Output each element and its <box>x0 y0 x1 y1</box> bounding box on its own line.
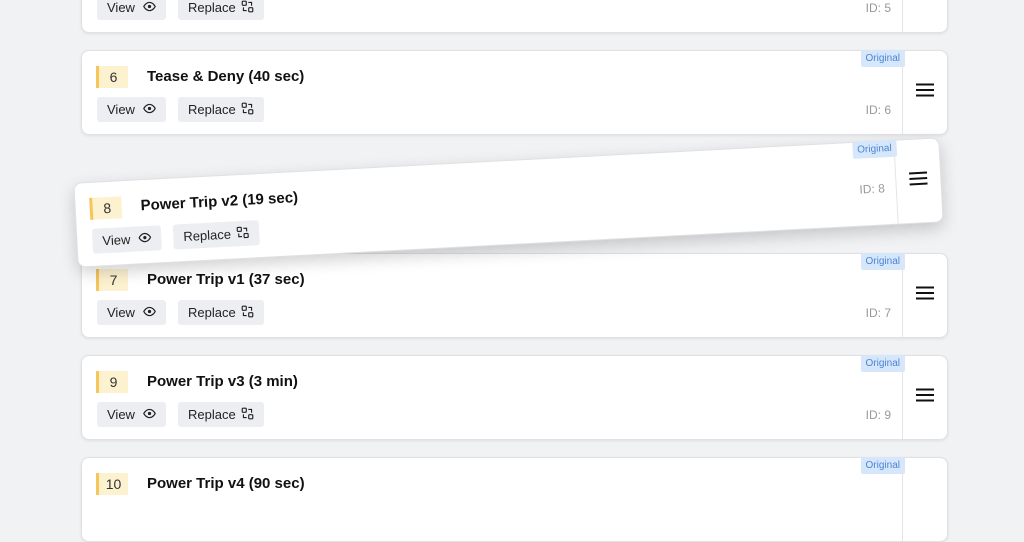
drag-handle[interactable] <box>902 356 947 439</box>
swap-icon <box>241 305 254 321</box>
swap-icon <box>241 407 254 423</box>
view-button[interactable]: View <box>91 225 163 254</box>
item-id: ID: 7 <box>865 306 891 320</box>
drag-handle[interactable] <box>902 458 947 541</box>
drag-handle-icon <box>916 286 934 305</box>
item-title: Power Trip v3 (3 min) <box>147 373 298 390</box>
order-number: 7 <box>96 269 128 291</box>
view-button-label: View <box>107 407 135 422</box>
replace-button-label: Replace <box>188 102 236 117</box>
order-number: 6 <box>96 66 128 88</box>
drag-handle-icon <box>916 388 934 407</box>
order-number: 9 <box>96 371 128 393</box>
item-id: ID: 5 <box>865 1 891 15</box>
replace-button[interactable]: Replace <box>172 220 260 250</box>
original-tag: Original <box>860 253 905 270</box>
drag-handle[interactable] <box>902 0 947 32</box>
replace-button[interactable]: Replace <box>178 300 264 325</box>
item-title: Tease & Deny (40 sec) <box>147 68 305 85</box>
view-button-label: View <box>107 102 135 117</box>
swap-icon <box>241 0 254 16</box>
replace-button[interactable]: Replace <box>178 0 264 20</box>
eye-icon <box>143 0 156 16</box>
view-button[interactable]: View <box>97 402 166 427</box>
item-id: ID: 9 <box>865 408 891 422</box>
original-tag: Original <box>851 139 898 159</box>
swap-icon <box>236 225 250 242</box>
view-button[interactable]: View <box>97 300 166 325</box>
view-button-label: View <box>107 305 135 320</box>
view-button-label: View <box>107 0 135 15</box>
order-number: 10 <box>96 473 128 495</box>
view-button-label: View <box>102 231 131 249</box>
original-tag: Original <box>860 457 905 474</box>
list-item: Original 7 Power Trip v1 (37 sec) View R… <box>81 253 948 338</box>
list-item: View Replace ID: 5 <box>81 0 948 33</box>
eye-icon <box>143 102 156 118</box>
replace-button-label: Replace <box>188 305 236 320</box>
item-id: ID: 6 <box>865 103 891 117</box>
eye-icon <box>143 407 156 423</box>
list-item: Original 9 Power Trip v3 (3 min) View Re… <box>81 355 948 440</box>
view-button[interactable]: View <box>97 97 166 122</box>
drag-handle[interactable] <box>893 138 943 224</box>
view-button[interactable]: View <box>97 0 166 20</box>
drag-handle[interactable] <box>902 254 947 337</box>
original-tag: Original <box>860 355 905 372</box>
eye-icon <box>143 305 156 321</box>
item-title: Power Trip v4 (90 sec) <box>147 475 305 492</box>
eye-icon <box>138 230 152 247</box>
replace-button[interactable]: Replace <box>178 402 264 427</box>
drag-handle-icon <box>916 83 934 102</box>
item-title: Power Trip v1 (37 sec) <box>147 271 305 288</box>
original-tag: Original <box>860 50 905 67</box>
replace-button-label: Replace <box>182 226 232 245</box>
dragged-list-item[interactable]: Original 8 Power Trip v2 (19 sec) View R… <box>73 137 944 268</box>
swap-icon <box>241 102 254 118</box>
replace-button-label: Replace <box>188 407 236 422</box>
drag-handle[interactable] <box>902 51 947 134</box>
list-item: Original 10 Power Trip v4 (90 sec) <box>81 457 948 542</box>
list-item: Original 6 Tease & Deny (40 sec) View Re… <box>81 50 948 135</box>
item-title: Power Trip v2 (19 sec) <box>140 189 299 215</box>
replace-button-label: Replace <box>188 0 236 15</box>
item-id: ID: 8 <box>859 181 886 197</box>
replace-button[interactable]: Replace <box>178 97 264 122</box>
drag-handle-icon <box>908 171 928 191</box>
order-number: 8 <box>89 196 123 220</box>
